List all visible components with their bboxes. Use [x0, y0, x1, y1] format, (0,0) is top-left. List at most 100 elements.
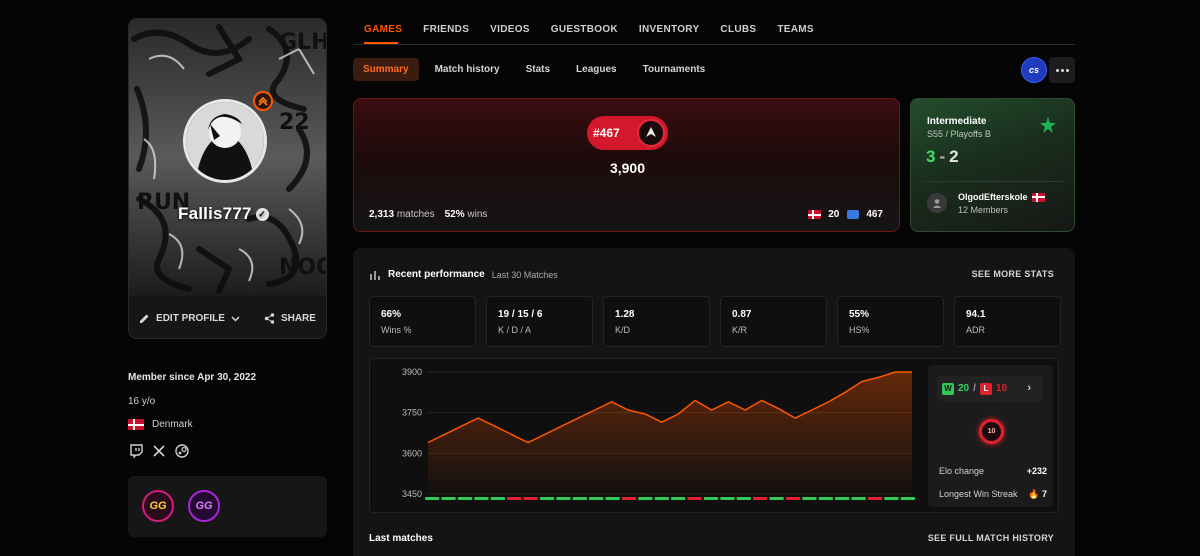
win-marker: [720, 497, 735, 500]
stat-label: K/D: [615, 325, 631, 335]
region-icon: [847, 210, 860, 219]
denmark-flag-icon: [1031, 192, 1045, 202]
svg-text:22: 22: [279, 110, 310, 135]
team-name[interactable]: OlgodEfterskole: [958, 192, 1045, 202]
gg-badge-icon[interactable]: GG: [142, 490, 174, 522]
y-tick-label: 3450: [402, 489, 422, 499]
svg-text:NOOB: NOOB: [279, 255, 326, 280]
rank-number: #467: [593, 126, 620, 140]
win-streak-value-wrap: 🔥 7: [1028, 489, 1047, 500]
player-age: 16 y/o: [128, 396, 156, 407]
win-marker: [884, 497, 899, 500]
team-members: 12 Members: [958, 205, 1009, 215]
nickname-text: Fallis777: [178, 204, 252, 223]
twitch-icon[interactable]: [129, 444, 143, 459]
team-avatar: [927, 193, 947, 213]
stat-card-hs: 55% HS%: [837, 296, 944, 347]
region-ranking[interactable]: 467: [847, 209, 883, 220]
tab-friends[interactable]: FRIENDS: [423, 24, 469, 44]
elo-change-value: +232: [1026, 466, 1047, 476]
performance-header: Recent performance Last 30 Matches: [370, 269, 558, 280]
see-more-stats-link[interactable]: SEE MORE STATS: [972, 269, 1054, 279]
cs-logo-icon: cs: [1028, 65, 1039, 75]
x-icon[interactable]: [152, 444, 166, 458]
stat-value: 94.1: [966, 309, 986, 320]
win-streak-value: 7: [1041, 489, 1047, 499]
pencil-icon: [140, 314, 149, 323]
stat-card-kd: 1.28 K/D: [603, 296, 710, 347]
see-full-match-history-link[interactable]: SEE FULL MATCH HISTORY: [928, 533, 1054, 543]
win-count: 20: [958, 383, 970, 394]
win-marker: [900, 497, 915, 500]
dot-icon: [1065, 68, 1069, 72]
share-label: SHARE: [280, 312, 316, 324]
more-options-button[interactable]: [1049, 57, 1075, 83]
win-tag-icon: W: [942, 382, 954, 395]
tab-teams[interactable]: TEAMS: [777, 24, 814, 44]
tab-inventory[interactable]: INVENTORY: [639, 24, 700, 44]
summary-side-panel: W 20 / L 10 › 10 Elo change +232 Longest…: [928, 365, 1053, 507]
league-star-icon: [1040, 117, 1056, 133]
stat-value: 0.87: [732, 309, 752, 320]
subtab-stats[interactable]: Stats: [516, 58, 560, 81]
share-button[interactable]: SHARE: [264, 313, 316, 324]
steam-icon[interactable]: [175, 444, 189, 458]
chevron-right-icon: ›: [1027, 382, 1031, 394]
subtab-match-history[interactable]: Match history: [425, 58, 510, 81]
win-marker: [572, 497, 587, 500]
subtab-leagues[interactable]: Leagues: [566, 58, 627, 81]
rank-pill[interactable]: #467: [587, 116, 668, 150]
level-badge[interactable]: [253, 91, 273, 111]
dot-icon: [1060, 68, 1064, 72]
tab-videos[interactable]: VIDEOS: [490, 24, 530, 44]
performance-subtitle: Last 30 Matches: [491, 269, 558, 280]
win-marker: [589, 497, 604, 500]
wins-stat: 52% wins: [445, 209, 488, 220]
loss-marker: [687, 497, 702, 500]
league-title: Intermediate: [927, 116, 987, 127]
win-marker: [802, 497, 817, 500]
slash: /: [973, 383, 976, 394]
stat-value: 1.28: [615, 309, 635, 320]
elo-value: 3,900: [609, 160, 646, 176]
stat-value: 66%: [381, 309, 402, 320]
country-ranking[interactable]: 20: [808, 209, 839, 220]
win-marker: [671, 497, 686, 500]
tab-clubs[interactable]: CLUBS: [720, 24, 756, 44]
win-marker: [539, 497, 555, 500]
team-name-text: OlgodEfterskole: [958, 192, 1028, 202]
tab-games[interactable]: GAMES: [364, 24, 402, 44]
win-loss-pill[interactable]: W 20 / L 10 ›: [937, 376, 1043, 401]
win-marker: [457, 497, 473, 500]
game-selector-button[interactable]: cs: [1021, 57, 1047, 83]
profile-actions: EDIT PROFILE SHARE: [129, 297, 326, 338]
loss-marker: [621, 497, 637, 500]
score-dash: -: [939, 147, 946, 166]
subtab-tournaments[interactable]: Tournaments: [633, 58, 716, 81]
profile-card: GLHF 22 RUN NOOB Fallis777 ✓ EDIT PROFIL…: [128, 18, 327, 339]
gg-badge-icon[interactable]: GG: [188, 490, 220, 522]
league-card[interactable]: Intermediate S55 / Playoffs B 3 - 2 Olgo…: [910, 98, 1075, 232]
tab-guestbook[interactable]: GUESTBOOK: [551, 24, 618, 44]
elo-area: [428, 372, 912, 494]
subtab-summary[interactable]: Summary: [353, 58, 419, 81]
win-marker: [441, 497, 456, 500]
edit-profile-button[interactable]: EDIT PROFILE: [139, 313, 240, 324]
stat-value: 19 / 15 / 6: [498, 309, 543, 320]
league-season: S55 / Playoffs B: [927, 129, 991, 139]
avatar[interactable]: [183, 99, 267, 183]
social-links: [129, 444, 189, 459]
stat-label: ADR: [966, 325, 986, 335]
stat-card-kda: 19 / 15 / 6 K / D / A: [486, 296, 593, 347]
fire-icon: 🔥: [1028, 489, 1040, 499]
win-marker: [769, 497, 784, 500]
win-marker: [835, 497, 850, 500]
league-wins: 3: [926, 147, 936, 166]
country-rank-value: 20: [828, 209, 840, 220]
tabs-divider: [353, 44, 1075, 45]
chevron-down-icon: [231, 315, 240, 322]
win-streak-label: Longest Win Streak: [939, 489, 1018, 499]
edit-profile-label: EDIT PROFILE: [156, 312, 225, 324]
win-marker: [851, 497, 866, 500]
win-marker: [490, 497, 505, 500]
